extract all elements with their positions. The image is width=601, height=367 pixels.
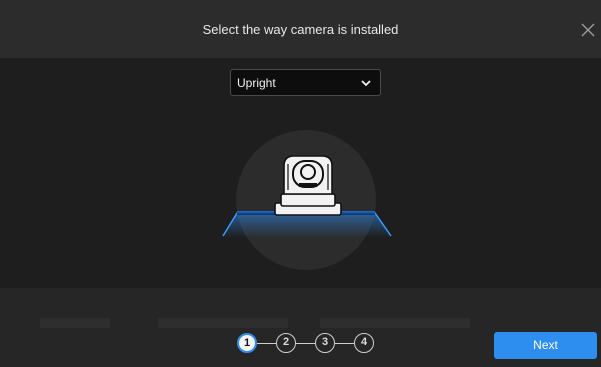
dialog-title: Select the way camera is installed bbox=[202, 22, 399, 37]
step-indicator: 1 2 3 4 bbox=[237, 333, 377, 353]
step-3: 3 bbox=[315, 333, 335, 353]
camera-illustration bbox=[222, 130, 392, 270]
dialog-header: Select the way camera is installed bbox=[0, 0, 601, 58]
step-2: 2 bbox=[276, 333, 296, 353]
background-placeholder bbox=[158, 318, 288, 328]
step-1: 1 bbox=[237, 333, 257, 353]
ptz-camera-upright-icon bbox=[274, 155, 342, 216]
next-button[interactable]: Next bbox=[494, 332, 597, 359]
dialog-content: Upright bbox=[0, 58, 601, 288]
background-placeholder bbox=[320, 318, 470, 328]
mount-platform bbox=[223, 213, 391, 238]
step-connector bbox=[296, 343, 315, 344]
close-icon bbox=[581, 23, 595, 37]
dialog-footer: 1 2 3 4 Next bbox=[0, 288, 601, 367]
step-connector bbox=[335, 343, 354, 344]
chevron-down-icon bbox=[361, 80, 371, 87]
step-connector bbox=[257, 343, 276, 344]
install-orientation-dialog: Select the way camera is installed Uprig… bbox=[0, 0, 601, 367]
close-button[interactable] bbox=[580, 22, 596, 38]
step-4: 4 bbox=[354, 333, 374, 353]
install-mode-value: Upright bbox=[237, 76, 276, 90]
background-placeholder bbox=[40, 318, 110, 328]
install-mode-select[interactable]: Upright bbox=[230, 69, 381, 96]
